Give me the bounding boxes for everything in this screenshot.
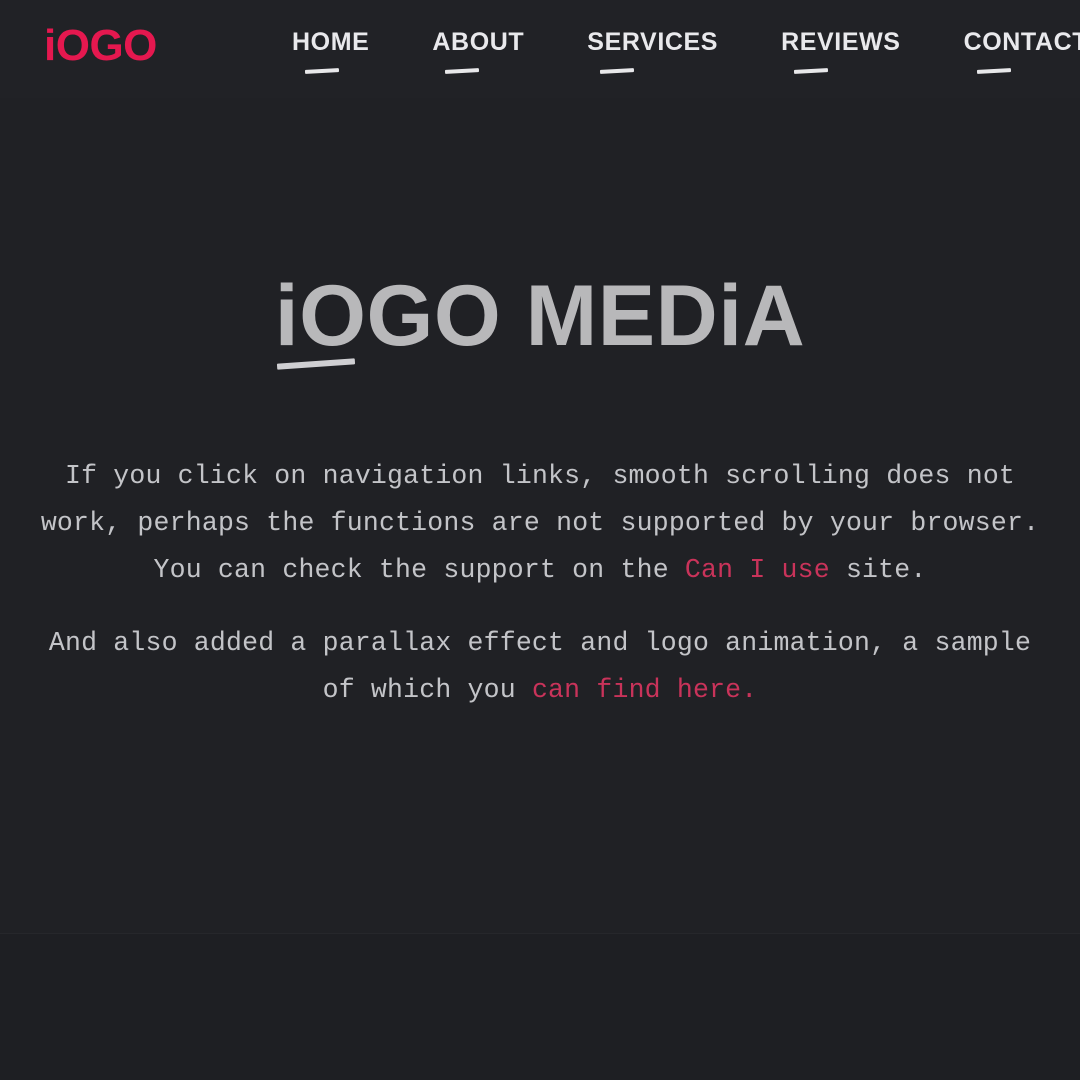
hero-copy: If you click on navigation links, smooth… <box>0 453 1080 714</box>
site-logo[interactable]: iOGO <box>44 24 157 68</box>
intro-paragraph-2: And also added a parallax effect and log… <box>34 620 1046 714</box>
page-title: iOGO MEDiA <box>275 273 806 370</box>
nav-item-label: CONTACT <box>963 28 1080 56</box>
nav-underline-dash-icon <box>445 68 480 74</box>
nav-item-home[interactable]: HOME <box>292 30 369 77</box>
nav-item-reviews[interactable]: REVIEWS <box>781 30 901 77</box>
can-i-use-link[interactable]: Can I use <box>685 555 830 585</box>
page-root: iOGO HOME ABOUT SERVICES REVIEWS CONTACT <box>0 0 1080 1080</box>
nav-item-label: REVIEWS <box>781 28 901 56</box>
site-header: iOGO HOME ABOUT SERVICES REVIEWS CONTACT <box>0 0 1080 98</box>
page-title-text: iOGO MEDiA <box>274 268 806 364</box>
nav-item-services[interactable]: SERVICES <box>587 30 718 77</box>
hero-title-container: iOGO MEDiA <box>0 273 1080 370</box>
nav-item-about[interactable]: ABOUT <box>432 30 524 77</box>
nav-underline-dash-icon <box>600 68 635 74</box>
main-navigation: HOME ABOUT SERVICES REVIEWS CONTACT <box>292 30 1080 77</box>
nav-item-label: SERVICES <box>587 28 719 56</box>
nav-item-label: ABOUT <box>432 28 525 56</box>
nav-underline-dash-icon <box>976 68 1011 74</box>
paragraph-1-text-after: site. <box>829 555 927 585</box>
nav-underline-dash-icon <box>304 68 340 74</box>
hero-section: iOGO MEDiA If you click on navigation li… <box>0 98 1080 933</box>
sample-find-here-link[interactable]: can find here. <box>532 675 757 705</box>
nav-underline-dash-icon <box>793 68 829 74</box>
next-section-sliver <box>0 933 1080 1080</box>
intro-paragraph-1: If you click on navigation links, smooth… <box>34 453 1046 594</box>
nav-item-contact[interactable]: CONTACT <box>964 30 1080 77</box>
nav-item-label: HOME <box>292 28 370 56</box>
